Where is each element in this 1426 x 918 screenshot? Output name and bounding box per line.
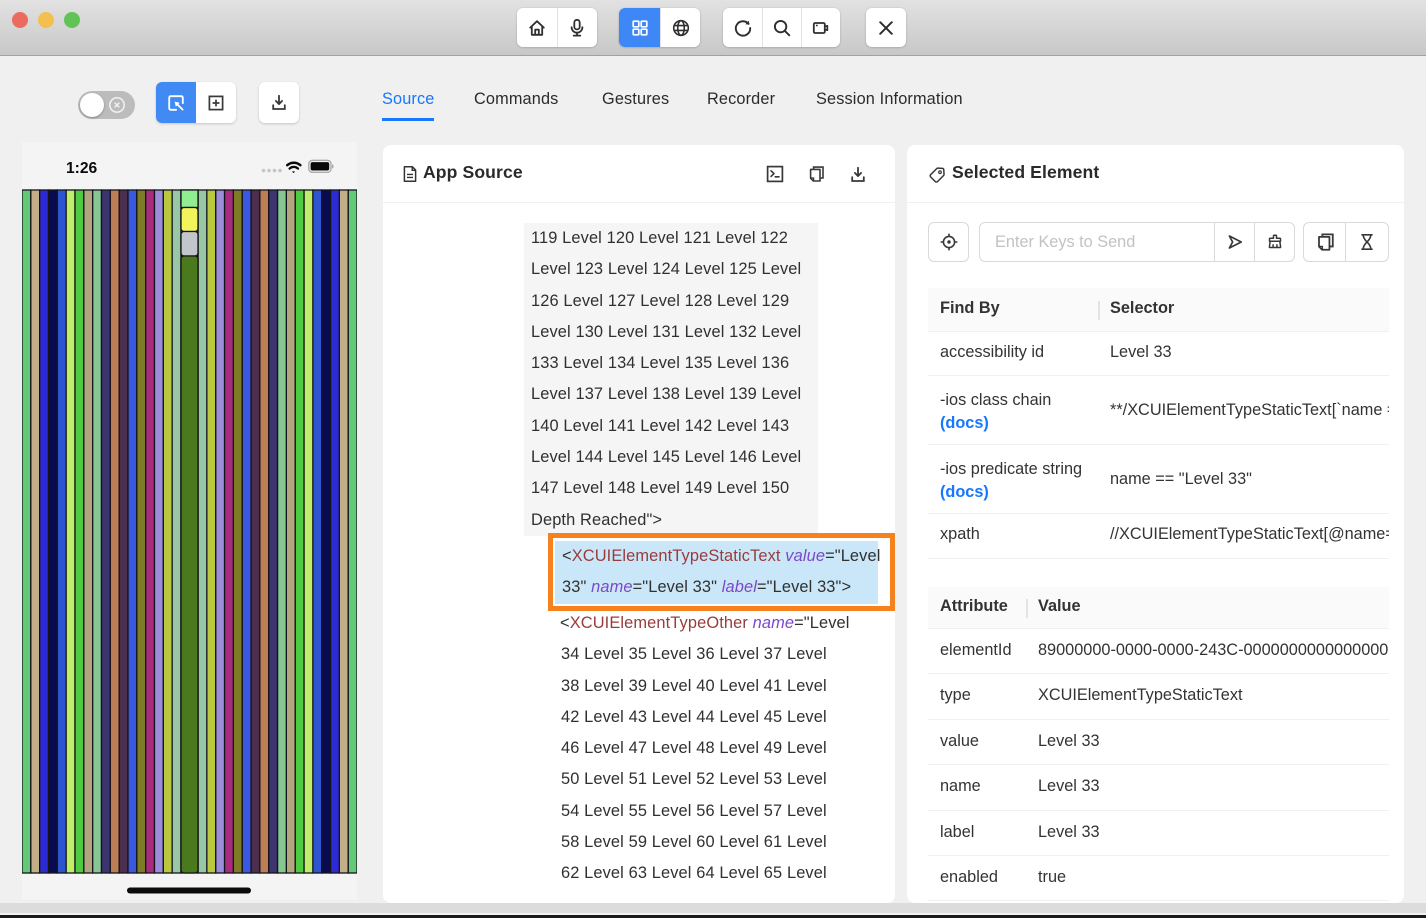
svg-text:1:26: 1:26	[66, 160, 98, 177]
